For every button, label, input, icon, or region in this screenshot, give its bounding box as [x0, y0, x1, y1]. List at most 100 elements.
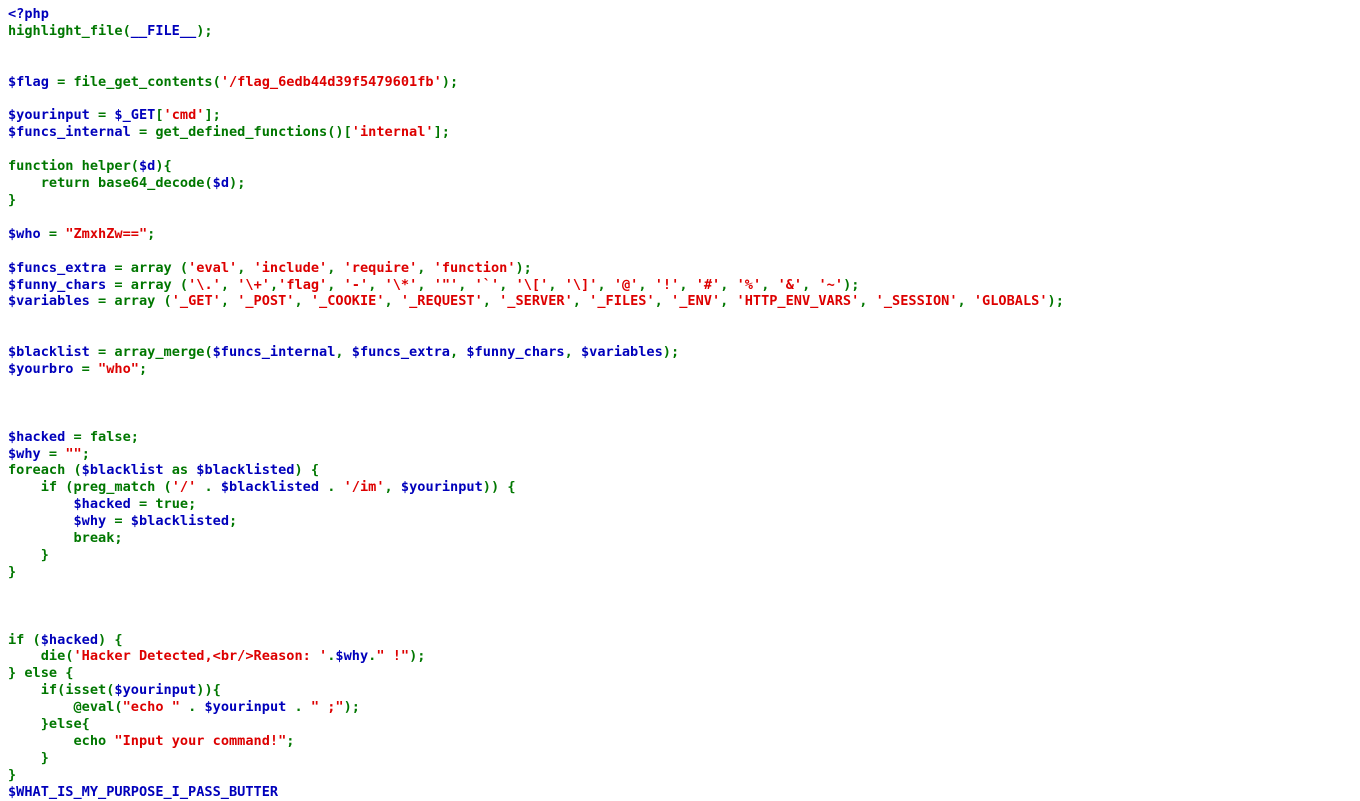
code-token-str: '/im' [343, 479, 385, 496]
code-token-kw: ; [147, 225, 156, 242]
code-token-str: "echo " [122, 699, 180, 716]
code-token-kw: ); [441, 73, 459, 90]
code-token-kw: } [8, 563, 17, 580]
code-line: if ($hacked) { [8, 632, 123, 648]
code-token-kw: } [8, 766, 17, 783]
code-line: $who = "ZmxhZw=="; [8, 226, 155, 242]
code-token-kw: file_get_contents [73, 73, 213, 90]
code-token-kw: ( [57, 479, 74, 496]
code-token-kw: , [449, 344, 467, 361]
code-token-kw: )){ [196, 682, 221, 699]
code-token-str: '-' [343, 276, 369, 293]
code-token-kw: , [458, 276, 475, 293]
code-token-kw: . [179, 699, 205, 716]
code-token-str: '_FILES' [589, 293, 655, 310]
code-token-kw: ; [138, 361, 148, 378]
code-token-str: '_POST' [237, 293, 295, 310]
code-token-var: $blacklist [8, 344, 90, 361]
code-token-str: '%' [736, 276, 762, 293]
code-token-var: $who [8, 225, 41, 242]
code-token-kw: , [564, 344, 581, 361]
code-token-str: '\+' [237, 276, 270, 293]
code-token-kw: , [761, 276, 778, 293]
code-line: @eval("echo " . $yourinput . " ;"); [8, 699, 360, 715]
code-token-kw: function [8, 158, 74, 175]
code-token-kw: ()[ [327, 124, 352, 141]
code-token-kw: )) { [482, 479, 516, 496]
code-line: if (preg_match ('/' . $blacklisted . '/i… [8, 479, 516, 495]
code-token-kw: = [106, 276, 131, 293]
code-token-kw: ) { [98, 631, 123, 648]
code-line: } else { [8, 665, 74, 681]
code-token-kw: ); [229, 175, 246, 192]
code-line: $blacklist = array_merge($funcs_internal… [8, 344, 679, 360]
code-token-str: '~' [818, 276, 844, 293]
code-token-str: " ;" [310, 699, 344, 716]
code-token-kw: return [40, 175, 90, 192]
code-line: $flag = file_get_contents('/flag_6edb44d… [8, 74, 458, 90]
code-token-kw: if [40, 682, 58, 699]
code-token-str: '_GET' [171, 293, 221, 310]
code-token-kw: { [57, 665, 74, 682]
code-token-kw: . [286, 699, 311, 716]
code-token-var: $funcs_extra [8, 259, 107, 276]
code-token-kw: if [8, 631, 25, 648]
code-token-str: '!' [654, 276, 680, 293]
code-token-kw: = [106, 259, 131, 276]
code-token-kw: , [384, 293, 401, 310]
code-token-kw: , [417, 259, 434, 276]
code-token-kw: . [196, 479, 221, 496]
code-token-kw: , [384, 479, 401, 496]
code-token-kw: , [638, 276, 655, 293]
code-line: echo "Input your command!"; [8, 733, 294, 749]
code-line: foreach ($blacklist as $blacklisted) { [8, 462, 319, 478]
code-token-kw: ( [122, 22, 131, 39]
code-token-var: $why [335, 648, 369, 665]
code-token-str: 'GLOBALS' [973, 293, 1048, 310]
code-token-kw: ( [130, 158, 139, 175]
code-token-kw: else [48, 716, 82, 733]
code-line: return base64_decode($d); [8, 175, 246, 192]
code-token-kw: ){ [155, 158, 172, 175]
code-line: } [8, 547, 49, 563]
code-token-kw: break [73, 530, 115, 547]
code-token-kw: , [572, 293, 590, 310]
code-token-kw: ( [155, 293, 172, 310]
code-token-kw: = [89, 107, 115, 124]
code-token-var: $why [73, 513, 107, 530]
code-token-str: 'eval' [188, 259, 238, 276]
code-token-kw: array [114, 293, 156, 310]
code-token-kw: ; [229, 513, 238, 530]
code-token-kw: , [368, 276, 385, 293]
code-token-kw: array_merge [114, 344, 205, 361]
code-token-kw: ); [515, 259, 532, 276]
code-token-kw: , [294, 293, 311, 310]
code-token-kw: = [130, 124, 156, 141]
code-token-str: 'internal' [351, 124, 434, 141]
php-source-code-listing: <?php highlight_file(__FILE__); $flag = … [0, 0, 1360, 801]
code-token-kw: , [957, 293, 974, 310]
code-line: $why = $blacklisted; [8, 513, 237, 529]
code-token-kw [8, 530, 73, 546]
code-token-kw: ; [130, 428, 139, 445]
code-token-kw: array [130, 276, 172, 293]
code-token-kw [73, 158, 81, 174]
code-token-str: '_REQUEST' [400, 293, 483, 310]
code-token-kw: ( [155, 479, 172, 496]
code-token-var: $WHAT_IS_MY_PURPOSE_I_PASS_BUTTER [8, 783, 279, 800]
code-line: $WHAT_IS_MY_PURPOSE_I_PASS_BUTTER [8, 784, 278, 800]
code-token-kw: ); [662, 344, 680, 361]
code-token-str: 'HTTP_ENV_VARS' [736, 293, 860, 310]
code-token-kw: false [89, 428, 131, 445]
code-token-kw: ; [188, 496, 197, 513]
code-token-kw: = [106, 513, 131, 530]
code-token-kw: ( [171, 259, 189, 276]
code-token-kw: [ [155, 107, 164, 124]
code-line: <?php [8, 6, 49, 22]
code-token-str: '&' [777, 276, 803, 293]
code-token-str: '_SERVER' [499, 293, 573, 310]
code-token-var: $variables [580, 344, 663, 361]
code-token-var: $d [138, 158, 156, 175]
code-token-kw: ( [204, 175, 213, 192]
code-token-kw: get_defined_functions [155, 124, 328, 141]
